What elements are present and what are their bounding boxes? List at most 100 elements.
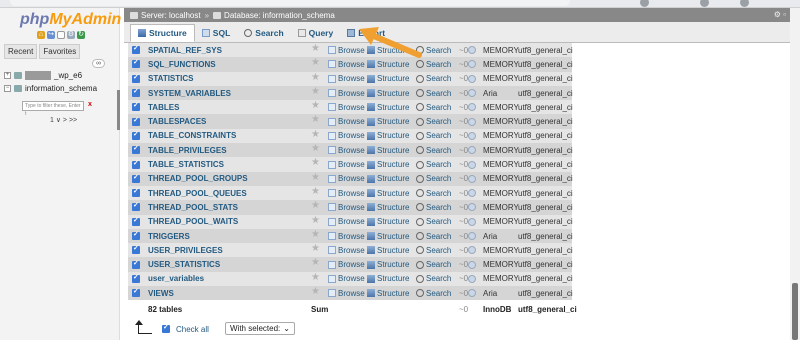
structure-link[interactable]: Structure (367, 131, 409, 140)
favorite-star-icon[interactable]: ★ (311, 243, 320, 254)
browse-link[interactable]: Browse (328, 174, 365, 183)
tab-query[interactable]: Query (291, 24, 341, 42)
table-name-link[interactable]: USER_STATISTICS (148, 260, 220, 269)
structure-link[interactable]: Structure (367, 246, 409, 255)
left-scrollbar[interactable] (117, 90, 120, 130)
profile-icon[interactable] (740, 0, 749, 7)
browse-link[interactable]: Browse (328, 89, 365, 98)
structure-link[interactable]: Structure (367, 232, 409, 241)
table-filter-input[interactable]: Type to filter these, Enter t (22, 101, 84, 117)
table-name-link[interactable]: TRIGGERS (148, 232, 190, 241)
search-link[interactable]: Search (416, 74, 451, 83)
favorite-star-icon[interactable]: ★ (311, 57, 320, 68)
table-name-link[interactable]: THREAD_POOL_GROUPS (148, 174, 248, 183)
search-link[interactable]: Search (416, 103, 451, 112)
row-checkbox[interactable] (132, 287, 140, 298)
search-link[interactable]: Search (416, 203, 451, 212)
table-name-link[interactable]: THREAD_POOL_WAITS (148, 217, 238, 226)
tab-sql[interactable]: SQL (195, 24, 237, 42)
search-link[interactable]: Search (416, 246, 451, 255)
table-name-link[interactable]: SQL_FUNCTIONS (148, 60, 216, 69)
table-name-link[interactable]: USER_PRIVILEGES (148, 246, 223, 255)
info-icon[interactable] (468, 232, 476, 240)
favorite-star-icon[interactable]: ★ (311, 257, 320, 268)
browser-icon[interactable] (640, 0, 649, 7)
tab-search[interactable]: Search (237, 24, 290, 42)
table-name-link[interactable]: TABLE_STATISTICS (148, 160, 224, 169)
browse-link[interactable]: Browse (328, 160, 365, 169)
browse-link[interactable]: Browse (328, 203, 365, 212)
favorite-star-icon[interactable]: ★ (311, 229, 320, 240)
info-icon[interactable] (468, 246, 476, 255)
info-icon[interactable] (468, 89, 476, 98)
row-checkbox[interactable] (132, 187, 140, 198)
info-icon[interactable] (468, 274, 476, 283)
structure-link[interactable]: Structure (367, 74, 409, 83)
row-checkbox[interactable] (132, 216, 140, 226)
tree-item-information-schema[interactable]: − information_schema (4, 84, 97, 93)
tree-pager[interactable]: 1 ∨ > >> (50, 116, 77, 124)
info-icon[interactable] (468, 146, 476, 155)
favorite-star-icon[interactable]: ★ (311, 43, 320, 54)
row-checkbox[interactable] (132, 273, 140, 283)
table-name-link[interactable]: TABLE_CONSTRAINTS (148, 131, 236, 140)
row-checkbox[interactable] (132, 201, 140, 212)
browse-link[interactable]: Browse (328, 189, 365, 198)
favorite-star-icon[interactable]: ★ (311, 100, 320, 111)
info-icon[interactable] (468, 203, 476, 212)
table-name-link[interactable]: TABLES (148, 103, 179, 112)
row-checkbox[interactable] (132, 244, 140, 255)
structure-link[interactable]: Structure (367, 274, 409, 283)
address-bar[interactable] (10, 0, 570, 6)
row-checkbox[interactable] (132, 44, 140, 55)
structure-link[interactable]: Structure (367, 89, 409, 98)
favorite-star-icon[interactable]: ★ (311, 172, 320, 183)
table-name-link[interactable]: THREAD_POOL_QUEUES (148, 189, 247, 198)
expand-icon[interactable]: + (4, 72, 11, 79)
browse-link[interactable]: Browse (328, 246, 365, 255)
with-selected-dropdown[interactable]: With selected: ⌄ (225, 322, 295, 335)
info-icon[interactable] (468, 260, 476, 269)
tab-recent[interactable]: Recent (4, 44, 38, 59)
breadcrumb-server[interactable]: Server: localhost (130, 11, 201, 20)
info-icon[interactable] (468, 131, 476, 140)
favorite-star-icon[interactable]: ★ (311, 215, 320, 226)
docs-icon[interactable] (57, 31, 65, 39)
row-checkbox[interactable] (132, 130, 140, 140)
info-icon[interactable] (468, 289, 476, 298)
row-checkbox[interactable] (132, 73, 140, 83)
home-icon[interactable]: ⌂ (37, 31, 45, 39)
row-checkbox[interactable] (132, 58, 140, 69)
info-icon[interactable] (468, 74, 476, 83)
browse-link[interactable]: Browse (328, 217, 365, 226)
search-link[interactable]: Search (416, 289, 451, 298)
scrollbar-thumb[interactable] (792, 283, 798, 340)
search-link[interactable]: Search (416, 160, 451, 169)
info-icon[interactable] (468, 174, 476, 183)
search-link[interactable]: Search (416, 189, 451, 198)
row-checkbox[interactable] (132, 159, 140, 169)
favorite-star-icon[interactable]: ★ (311, 286, 320, 297)
favorite-star-icon[interactable]: ★ (311, 143, 320, 154)
browse-link[interactable]: Browse (328, 60, 365, 69)
check-all-label[interactable]: Check all (176, 325, 209, 334)
tab-structure[interactable]: Structure (130, 24, 195, 42)
browse-link[interactable]: Browse (328, 232, 365, 241)
row-checkbox[interactable] (132, 87, 140, 98)
table-name-link[interactable]: TABLE_PRIVILEGES (148, 146, 227, 155)
search-link[interactable]: Search (416, 131, 451, 140)
browse-link[interactable]: Browse (328, 146, 365, 155)
info-icon[interactable] (468, 46, 476, 55)
favorite-star-icon[interactable]: ★ (311, 129, 320, 140)
search-link[interactable]: Search (416, 260, 451, 269)
structure-link[interactable]: Structure (367, 260, 409, 269)
table-name-link[interactable]: TABLESPACES (148, 117, 206, 126)
favorite-star-icon[interactable]: ★ (311, 157, 320, 168)
row-checkbox[interactable] (132, 144, 140, 155)
browse-link[interactable]: Browse (328, 103, 365, 112)
table-name-link[interactable]: SPATIAL_REF_SYS (148, 46, 222, 55)
search-link[interactable]: Search (416, 60, 451, 69)
browse-link[interactable]: Browse (328, 289, 365, 298)
structure-link[interactable]: Structure (367, 203, 409, 212)
collapse-icon[interactable]: − (4, 85, 11, 92)
